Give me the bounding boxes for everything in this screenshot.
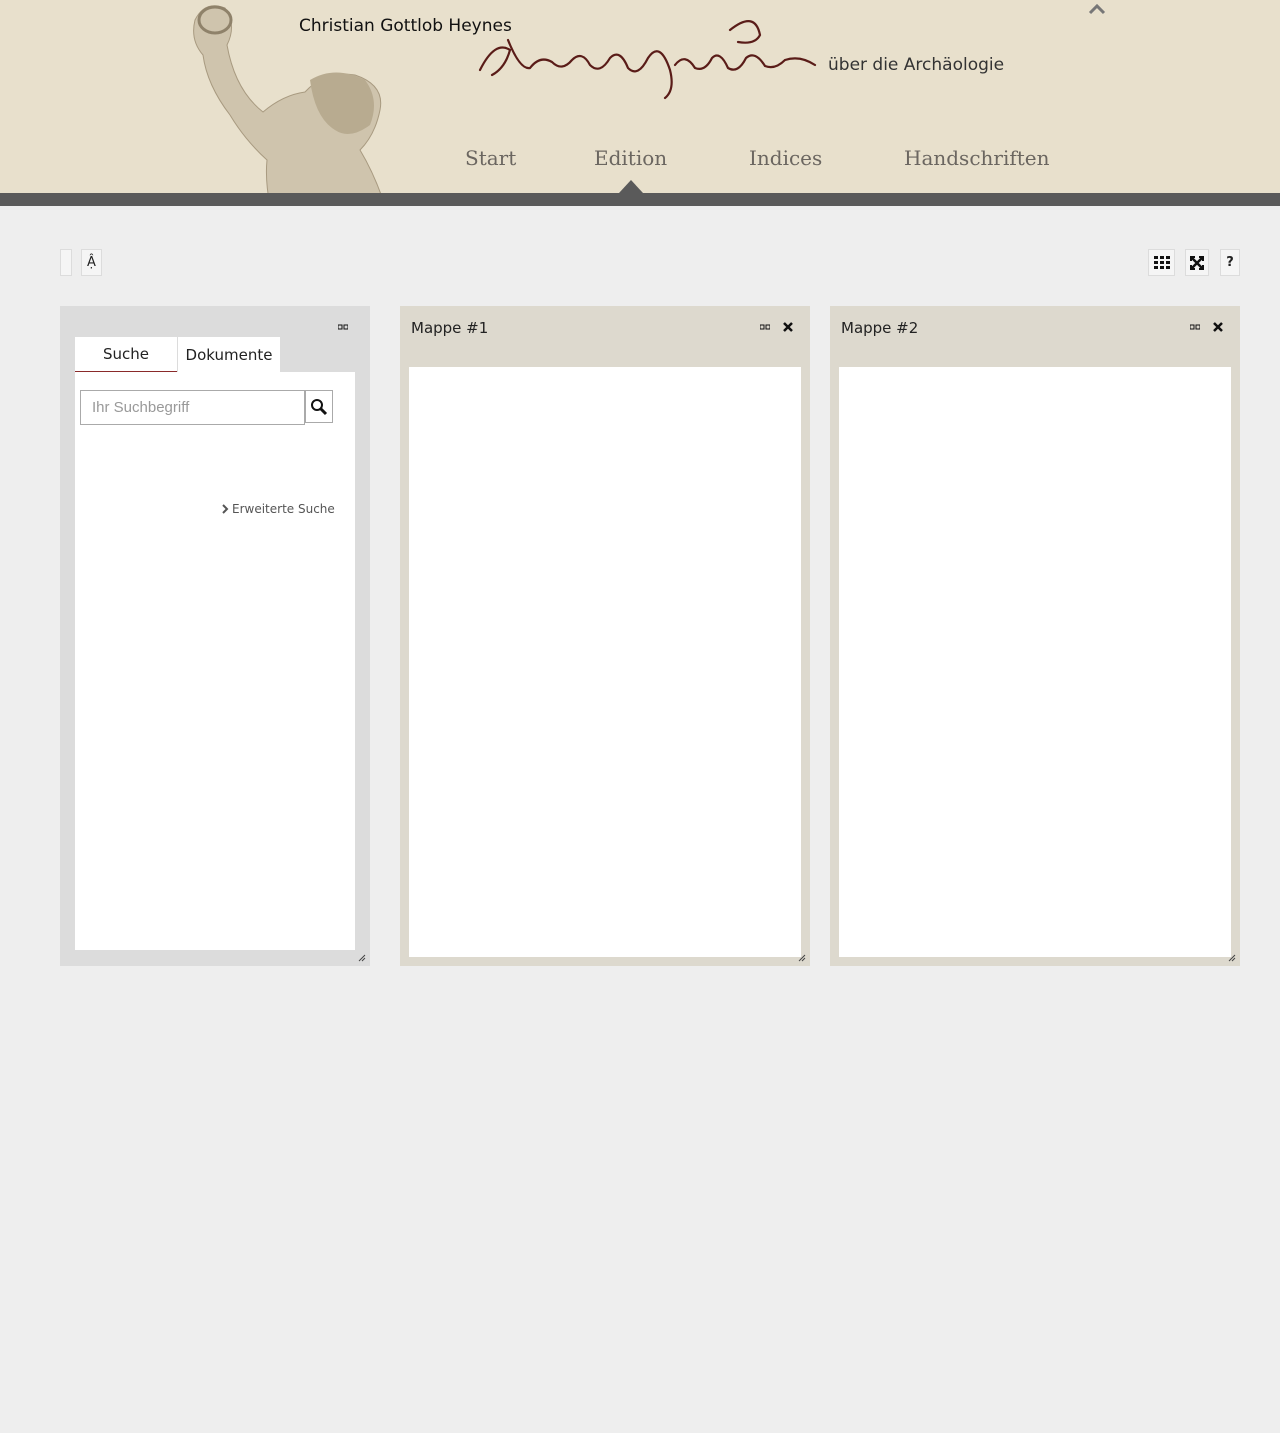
- folder-panel-2: Mappe #2: [830, 306, 1240, 966]
- folder-content: [409, 367, 801, 957]
- minimize-icon: [760, 324, 770, 330]
- minimize-button[interactable]: [1188, 320, 1202, 334]
- fullscreen-button[interactable]: [1185, 249, 1209, 276]
- grid-icon: [1153, 255, 1170, 269]
- font-toggle-button[interactable]: Ậ: [81, 249, 102, 276]
- active-nav-indicator: [619, 180, 643, 193]
- toolbar-empty-button[interactable]: [60, 249, 72, 276]
- chevron-right-icon: [222, 504, 229, 514]
- site-header: Christian Gottlob Heynes über die Archäo…: [0, 0, 1280, 206]
- minimize-button[interactable]: [758, 320, 772, 334]
- nav-edition[interactable]: Edition: [594, 146, 667, 170]
- close-button[interactable]: [781, 320, 795, 334]
- folder-panel-1: Mappe #1: [400, 306, 810, 966]
- minimize-icon: [1190, 324, 1200, 330]
- minimize-button[interactable]: [336, 320, 350, 334]
- resize-handle-icon[interactable]: [798, 954, 806, 962]
- advanced-search-link[interactable]: Erweiterte Suche: [221, 502, 335, 516]
- tab-dokumente[interactable]: Dokumente: [178, 337, 280, 372]
- signature-logo: [478, 20, 817, 100]
- folder-content: [839, 367, 1231, 957]
- grid-layout-button[interactable]: [1148, 249, 1175, 276]
- help-button[interactable]: ?: [1220, 249, 1240, 276]
- search-button[interactable]: [305, 390, 333, 423]
- close-icon: [783, 322, 793, 332]
- close-button[interactable]: [1211, 320, 1225, 334]
- nav-indices[interactable]: Indices: [749, 146, 822, 170]
- folder-title: Mappe #1: [411, 319, 489, 337]
- resize-handle-icon[interactable]: [358, 954, 366, 962]
- folder-title: Mappe #2: [841, 319, 919, 337]
- search-content: Erweiterte Suche: [75, 372, 355, 950]
- search-input[interactable]: [80, 390, 305, 425]
- site-subtitle: über die Archäologie: [828, 55, 1005, 75]
- fullscreen-icon: [1190, 255, 1204, 270]
- chevron-up-icon[interactable]: [1087, 0, 1107, 18]
- tab-suche[interactable]: Suche: [75, 337, 177, 372]
- advanced-search-label: Erweiterte Suche: [232, 502, 335, 516]
- nav-handschriften[interactable]: Handschriften: [904, 146, 1050, 170]
- header-bar: [0, 193, 1280, 206]
- nav-start[interactable]: Start: [465, 146, 516, 170]
- close-icon: [1213, 322, 1223, 332]
- resize-handle-icon[interactable]: [1228, 954, 1236, 962]
- search-icon: [311, 398, 328, 415]
- search-panel: Suche Dokumente Erweiterte Suche: [60, 306, 370, 966]
- minimize-icon: [338, 324, 348, 330]
